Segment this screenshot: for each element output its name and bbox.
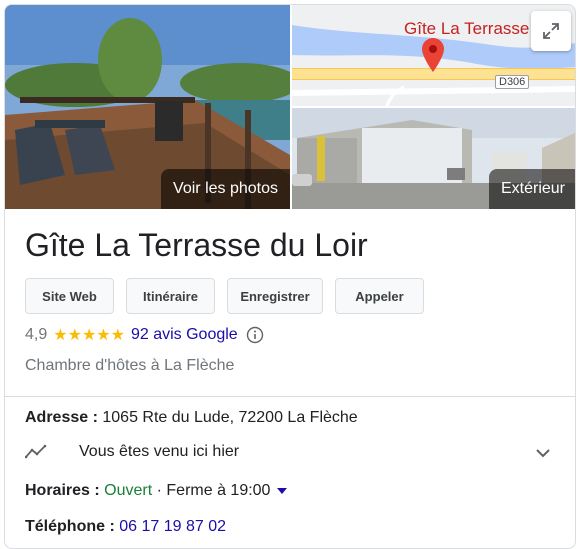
hours-label: Horaires : — [25, 482, 100, 499]
info-icon[interactable] — [246, 326, 264, 344]
expand-map-button[interactable] — [531, 11, 571, 51]
exterior-label: Extérieur — [488, 169, 575, 209]
visited-row: Vous êtes venu ici hier — [25, 443, 239, 461]
star-rating: ★★★★★ — [53, 327, 125, 344]
divider — [5, 396, 575, 397]
place-category: Chambre d'hôtes à La Flèche — [25, 357, 235, 374]
website-button[interactable]: Site Web — [25, 278, 114, 314]
photo-gallery: Voir les photos Gîte La Terrasse d D306 — [5, 5, 575, 209]
main-photo[interactable]: Voir les photos — [5, 5, 290, 209]
knowledge-panel: Voir les photos Gîte La Terrasse d D306 — [4, 4, 576, 549]
call-button[interactable]: Appeler — [335, 278, 424, 314]
place-title: Gîte La Terrasse du Loir — [25, 227, 368, 263]
address-value: 1065 Rte du Lude, 72200 La Flèche — [102, 409, 358, 426]
chevron-down-icon[interactable] — [535, 445, 551, 463]
trending-icon — [25, 444, 47, 459]
hours-status: Ouvert — [104, 482, 153, 499]
hours-row: Horaires : Ouvert · Ferme à 19:00 — [25, 482, 287, 500]
road-label: D306 — [495, 75, 530, 89]
visited-text: Vous êtes venu ici hier — [79, 443, 240, 460]
rating-score: 4,9 — [25, 326, 48, 343]
expand-icon — [543, 23, 559, 39]
view-photos-label: Voir les photos — [161, 169, 290, 209]
map-pin-icon — [422, 38, 444, 72]
address-label: Adresse : — [25, 409, 98, 426]
directions-button[interactable]: Itinéraire — [126, 278, 215, 314]
rating-row: 4,9 ★★★★★ 92 avis Google — [25, 325, 264, 345]
action-buttons: Site Web Itinéraire Enregistrer Appeler — [25, 278, 424, 314]
hours-detail[interactable]: · Ferme à 19:00 — [157, 482, 271, 499]
exterior-photo[interactable]: Extérieur — [292, 108, 575, 209]
map-thumbnail[interactable]: Gîte La Terrasse d D306 — [292, 5, 575, 106]
reviews-link[interactable]: 92 avis Google — [131, 326, 238, 344]
phone-link[interactable]: 06 17 19 87 02 — [119, 518, 226, 535]
phone-row: Téléphone : 06 17 19 87 02 — [25, 518, 226, 536]
address-row: Adresse : 1065 Rte du Lude, 72200 La Flè… — [25, 409, 358, 427]
phone-label: Téléphone : — [25, 518, 115, 535]
caret-down-icon[interactable] — [276, 487, 287, 494]
map-place-label: Gîte La Terrasse d — [404, 19, 544, 38]
save-button[interactable]: Enregistrer — [227, 278, 323, 314]
